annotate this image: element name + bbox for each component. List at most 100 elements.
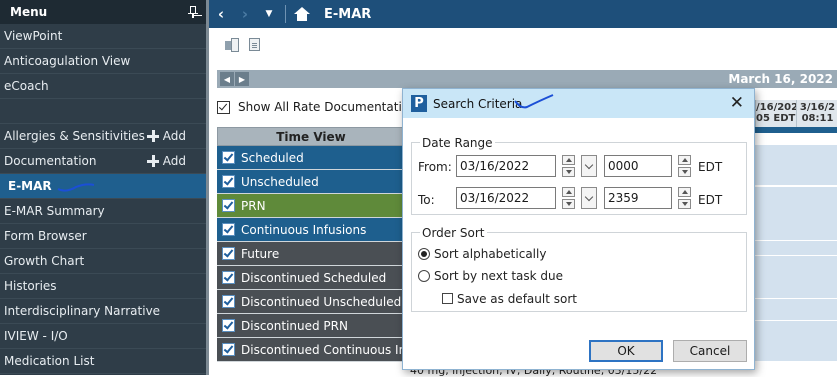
home-icon[interactable] bbox=[294, 7, 310, 21]
menu-item[interactable]: Interdisciplinary Narrative bbox=[0, 299, 206, 324]
from-time-spinner[interactable] bbox=[678, 155, 691, 177]
time-view-row[interactable]: Unscheduled bbox=[217, 170, 405, 194]
from-label: From: bbox=[418, 160, 452, 174]
app-p-icon: P bbox=[411, 95, 427, 112]
next-date-icon[interactable]: ▶ bbox=[235, 72, 249, 86]
dialog-title-bar[interactable]: P Search Criteria ✕ bbox=[403, 89, 754, 118]
page-title: E-MAR bbox=[324, 6, 372, 22]
to-date-spinner[interactable] bbox=[562, 187, 575, 209]
show-all-rate-option[interactable]: Show All Rate Documentation bbox=[217, 100, 417, 114]
time-view-row[interactable]: Future bbox=[217, 242, 405, 266]
row-checkbox[interactable] bbox=[222, 295, 235, 308]
column-date: 3/16/2 bbox=[799, 102, 836, 113]
row-label: Future bbox=[241, 246, 280, 261]
time-view-row[interactable]: Discontinued Scheduled bbox=[217, 266, 405, 290]
plus-icon bbox=[146, 155, 159, 167]
sort-alpha-label[interactable]: Sort alphabetically bbox=[434, 247, 546, 261]
show-all-label: Show All Rate Documentation bbox=[238, 100, 417, 114]
menu-item[interactable]: Medication List bbox=[0, 349, 206, 374]
from-time-input[interactable]: 0000 bbox=[604, 155, 672, 177]
forward-arrow-icon[interactable]: › bbox=[233, 0, 257, 28]
save-default-label[interactable]: Save as default sort bbox=[457, 292, 577, 306]
add-document-icon[interactable] bbox=[225, 38, 239, 54]
grid-column-header[interactable]: /16/2022 05 EDT bbox=[755, 100, 805, 127]
grid-cell[interactable] bbox=[755, 256, 837, 299]
grid-cell[interactable] bbox=[755, 127, 837, 134]
previous-date-icon[interactable]: ◀ bbox=[220, 72, 234, 86]
menu-item[interactable]: ViewPoint bbox=[0, 24, 206, 49]
menu-item[interactable]: IVIEW - I/O bbox=[0, 324, 206, 349]
time-view-row[interactable]: Continuous Infusions bbox=[217, 218, 405, 242]
column-time: 05 EDT bbox=[756, 113, 796, 124]
left-menu: Menu ViewPoint Anticoagulation View eCoach… bbox=[0, 0, 206, 375]
menu-item[interactable]: Anticoagulation View bbox=[0, 49, 206, 74]
row-checkbox[interactable] bbox=[222, 199, 235, 212]
menu-item[interactable]: Documentation Add bbox=[0, 149, 206, 174]
add-label: Add bbox=[162, 129, 186, 143]
menu-item[interactable]: E-MAR bbox=[0, 174, 206, 199]
menu-item[interactable]: Allergies & Sensitivities Add bbox=[0, 124, 206, 149]
grid-cell[interactable] bbox=[755, 241, 837, 256]
row-label: Discontinued Scheduled bbox=[241, 270, 387, 285]
time-view-row[interactable]: Discontinued Continuous Infusions bbox=[217, 338, 405, 362]
to-date-dropdown[interactable] bbox=[581, 187, 597, 209]
row-checkbox[interactable] bbox=[222, 175, 235, 188]
time-view-row[interactable]: PRN bbox=[217, 194, 405, 218]
add-button[interactable]: Add bbox=[146, 154, 186, 168]
document-icon[interactable] bbox=[249, 38, 260, 51]
menu-item-label: Histories bbox=[4, 279, 57, 293]
grid-cell[interactable] bbox=[755, 145, 837, 186]
back-arrow-icon[interactable]: ‹ bbox=[209, 0, 233, 28]
row-checkbox[interactable] bbox=[222, 223, 235, 236]
pin-icon[interactable] bbox=[188, 6, 198, 18]
from-date-spinner[interactable] bbox=[562, 155, 575, 177]
from-date-input[interactable]: 03/16/2022 bbox=[456, 155, 556, 177]
to-time-spinner[interactable] bbox=[678, 187, 691, 209]
grid-cell[interactable] bbox=[755, 187, 837, 206]
menu-item[interactable]: Growth Chart bbox=[0, 249, 206, 274]
add-label: Add bbox=[162, 154, 186, 168]
add-button[interactable]: Add bbox=[146, 129, 186, 143]
sort-next-label[interactable]: Sort by next task due bbox=[434, 269, 563, 283]
menu-item[interactable]: E-MAR Summary bbox=[0, 199, 206, 224]
menu-item-label: Form Browser bbox=[4, 229, 87, 243]
from-timezone: EDT bbox=[698, 160, 723, 174]
row-checkbox[interactable] bbox=[222, 247, 235, 260]
grid-cell[interactable] bbox=[755, 299, 837, 321]
menu-item[interactable]: eCoach bbox=[0, 74, 206, 99]
grid-cell[interactable] bbox=[755, 321, 837, 362]
time-view-row[interactable]: Discontinued Unscheduled bbox=[217, 290, 405, 314]
menu-item[interactable]: Form Browser bbox=[0, 224, 206, 249]
show-all-checkbox[interactable] bbox=[217, 100, 230, 114]
menu-title: Menu bbox=[10, 5, 48, 19]
close-icon[interactable]: ✕ bbox=[730, 93, 744, 113]
save-default-checkbox[interactable] bbox=[442, 293, 453, 304]
time-view-row[interactable]: Scheduled bbox=[217, 146, 405, 170]
grid-cell[interactable] bbox=[755, 205, 837, 241]
nav-separator bbox=[285, 5, 286, 23]
menu-item-label: Anticoagulation View bbox=[4, 54, 131, 68]
cancel-button[interactable]: Cancel bbox=[673, 340, 747, 362]
sort-next-radio[interactable] bbox=[418, 270, 430, 282]
to-date-input[interactable]: 03/16/2022 bbox=[456, 187, 556, 209]
menu-item-label: eCoach bbox=[4, 79, 49, 93]
to-time-input[interactable]: 2359 bbox=[604, 187, 672, 209]
top-nav-bar: ‹ › ▼ E-MAR bbox=[209, 0, 837, 28]
row-checkbox[interactable] bbox=[222, 343, 235, 356]
menu-item-label: ViewPoint bbox=[4, 29, 63, 43]
row-checkbox[interactable] bbox=[222, 319, 235, 332]
to-timezone: EDT bbox=[698, 193, 723, 207]
row-label: Discontinued Continuous Infusions bbox=[241, 342, 405, 357]
sort-alpha-radio[interactable] bbox=[418, 248, 430, 260]
menu-item[interactable]: Histories bbox=[0, 274, 206, 299]
time-view-row[interactable]: Discontinued PRN bbox=[217, 314, 405, 338]
row-checkbox[interactable] bbox=[222, 271, 235, 284]
grid-column-header[interactable]: 3/16/2 08:11 bbox=[796, 100, 837, 127]
row-checkbox[interactable] bbox=[222, 151, 235, 164]
column-time: 08:11 bbox=[801, 113, 834, 124]
history-dropdown-icon[interactable]: ▼ bbox=[257, 0, 281, 28]
order-sort-label: Order Sort bbox=[420, 226, 487, 240]
from-date-dropdown[interactable] bbox=[581, 155, 597, 177]
ok-button[interactable]: OK bbox=[589, 340, 663, 362]
row-label: Scheduled bbox=[241, 150, 304, 165]
